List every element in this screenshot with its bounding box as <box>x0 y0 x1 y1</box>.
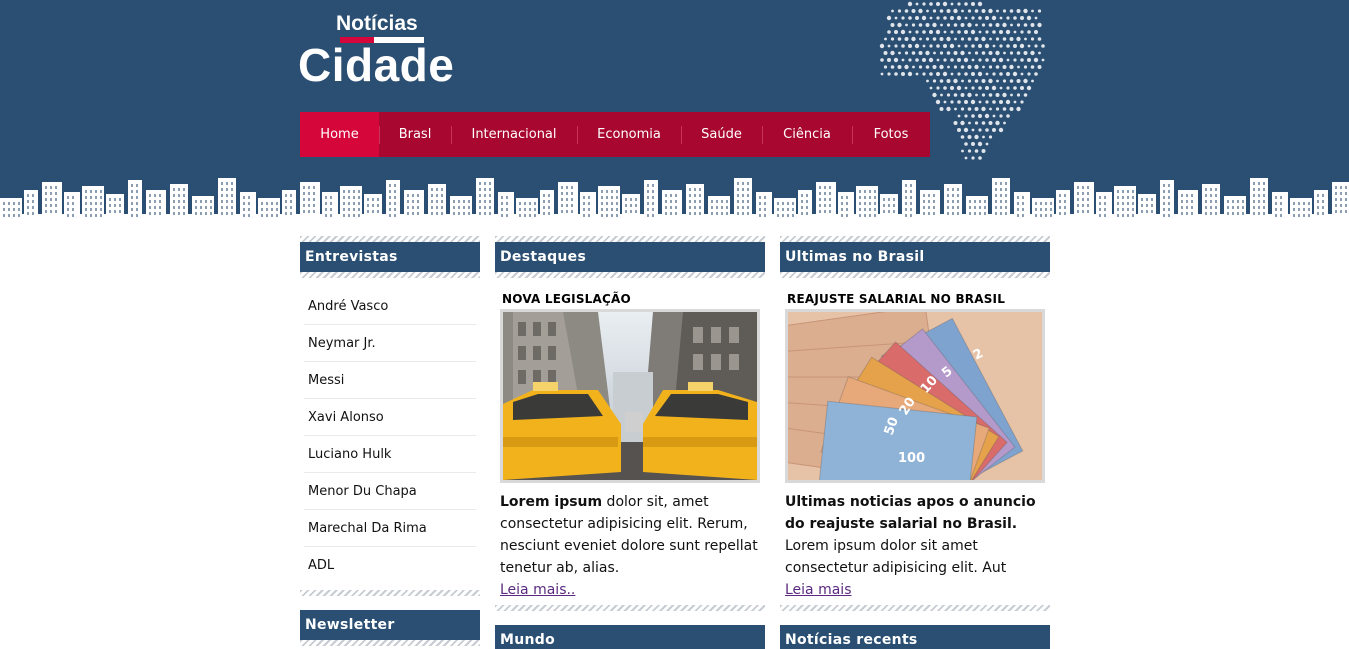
city-skyline-decoration <box>0 178 1349 220</box>
interview-item[interactable]: ADL <box>304 547 476 584</box>
site-header: Notícias Cidade Home Brasl Internacional… <box>0 0 1349 220</box>
nav-home[interactable]: Home <box>300 112 379 157</box>
interview-item[interactable]: Neymar Jr. <box>304 325 476 362</box>
interviews-title: Entrevistas <box>300 242 480 272</box>
interviews-list: André Vasco Neymar Jr. Messi Xavi Alonso… <box>300 278 480 584</box>
article-lead: Lorem ipsum dolor sit, amet consectetur … <box>500 491 762 579</box>
logo-main-text: Cidade <box>298 39 455 91</box>
article-lead-bold: Ultimas noticias apos o anuncio do reaju… <box>785 494 1036 532</box>
nav-brasil[interactable]: Brasl <box>379 112 451 157</box>
recent-news-title: Notícias recents <box>780 625 1050 649</box>
article-image-taxis[interactable] <box>500 309 760 483</box>
city-taxis-photo <box>503 312 757 480</box>
sidebar: Entrevistas André Vasco Neymar Jr. Messi… <box>300 236 480 646</box>
world-title: Mundo <box>495 625 765 649</box>
article-image-banknotes[interactable]: 2 5 10 20 50 100 <box>785 309 1045 483</box>
brazil-news-section: Ultimas no Brasil REAJUSTE SALARIAL NO B… <box>780 236 1050 649</box>
newsletter-title: Newsletter <box>300 610 480 640</box>
banknote-label: 100 <box>898 451 925 466</box>
logo-top-text: Notícias <box>336 12 418 35</box>
nav-economia[interactable]: Economia <box>577 112 681 157</box>
article-headline[interactable]: NOVA LEGISLAÇÃO <box>502 292 765 306</box>
read-more-link[interactable]: Leia mais.. <box>500 579 765 601</box>
article-lead-rest: Lorem ipsum dolor sit amet consectetur a… <box>785 538 1007 576</box>
interview-item[interactable]: Messi <box>304 362 476 399</box>
brazil-news-title: Ultimas no Brasil <box>780 242 1050 272</box>
site-logo[interactable]: Notícias Cidade <box>298 12 458 92</box>
article-lead-bold: Lorem ipsum <box>500 494 603 510</box>
interview-item[interactable]: Luciano Hulk <box>304 436 476 473</box>
interview-item[interactable]: André Vasco <box>304 288 476 325</box>
highlights-title: Destaques <box>495 242 765 272</box>
nav-ciencia[interactable]: Ciência <box>762 112 852 157</box>
interview-item[interactable]: Xavi Alonso <box>304 399 476 436</box>
article-lead: Ultimas noticias apos o anuncio do reaju… <box>785 491 1047 579</box>
main-nav: Home Brasl Internacional Economia Saúde … <box>300 112 930 157</box>
nav-saude[interactable]: Saúde <box>681 112 762 157</box>
hatch-divider <box>495 272 765 278</box>
read-more-link[interactable]: Leia mais <box>785 579 1050 601</box>
highlights-section: Destaques NOVA LEGISLAÇÃO Lorem ipsum do… <box>495 236 765 649</box>
hatch-divider <box>300 640 480 646</box>
interview-item[interactable]: Marechal Da Rima <box>304 510 476 547</box>
nav-fotos[interactable]: Fotos <box>852 112 930 157</box>
hatch-divider <box>780 272 1050 278</box>
interview-item[interactable]: Menor Du Chapa <box>304 473 476 510</box>
nav-internacional[interactable]: Internacional <box>451 112 577 157</box>
article-headline[interactable]: REAJUSTE SALARIAL NO BRASIL <box>787 292 1050 306</box>
banknotes-photo: 2 5 10 20 50 100 <box>788 312 1042 480</box>
